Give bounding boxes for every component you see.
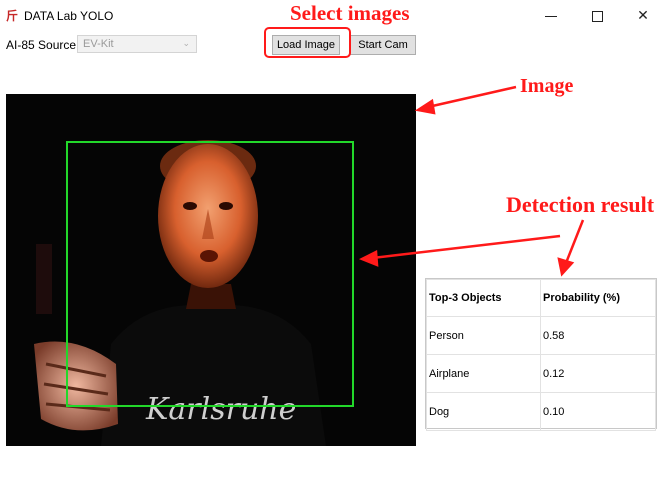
object-probability: 0.10 — [540, 392, 656, 431]
source-select[interactable]: EV-Kit ⌄ — [77, 35, 197, 53]
input-image: Karlsruhe — [6, 94, 416, 446]
window-title: DATA Lab YOLO — [24, 9, 114, 23]
annotation-detection-result: Detection result — [506, 192, 655, 217]
table-row: Airplane 0.12 — [426, 354, 656, 393]
table-row: Dog 0.10 — [426, 392, 656, 431]
maximize-icon — [591, 10, 603, 22]
arrow-image — [427, 85, 517, 109]
source-select-value: EV-Kit — [83, 38, 114, 50]
source-label: AI-85 Source: — [6, 38, 80, 52]
close-icon: ✕ — [637, 8, 649, 24]
minimize-icon — [545, 15, 557, 17]
header-objects: Top-3 Objects — [426, 279, 541, 317]
annotation-select-images: Select images — [290, 1, 410, 25]
image-panel: Karlsruhe — [6, 94, 416, 446]
arrow-table — [564, 219, 585, 264]
arrow-image-head — [414, 98, 436, 115]
object-probability: 0.58 — [540, 316, 656, 355]
detection-results-table: Top-3 Objects Probability (%) Person 0.5… — [425, 278, 657, 431]
select-images-highlight — [264, 27, 351, 58]
object-probability: 0.12 — [540, 354, 656, 393]
object-name: Airplane — [426, 354, 541, 393]
app-logo-icon: ⽄ — [6, 9, 19, 23]
annotation-image: Image — [520, 75, 574, 97]
table-row: Person 0.58 — [426, 316, 656, 355]
object-name: Dog — [426, 392, 541, 431]
maximize-button[interactable] — [574, 0, 620, 32]
start-cam-button[interactable]: Start Cam — [350, 35, 416, 55]
close-button[interactable]: ✕ — [620, 0, 664, 32]
arrow-table-head — [557, 257, 575, 277]
header-probability: Probability (%) — [540, 279, 656, 317]
results-header-row: Top-3 Objects Probability (%) — [426, 279, 656, 317]
shirt-text: Karlsruhe — [145, 392, 296, 427]
minimize-button[interactable] — [528, 0, 574, 32]
object-name: Person — [426, 316, 541, 355]
chevron-down-icon: ⌄ — [182, 39, 190, 49]
